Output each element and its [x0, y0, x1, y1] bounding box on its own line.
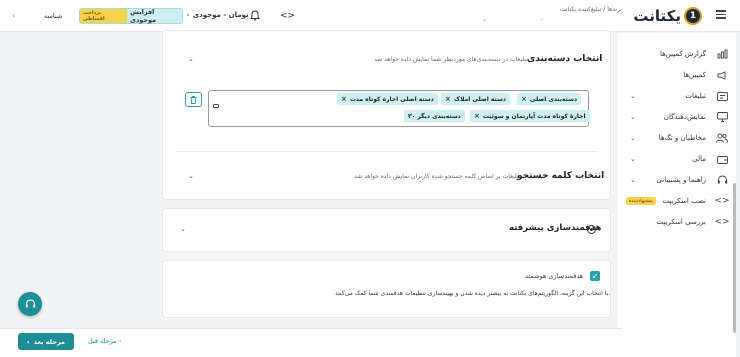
sidebar-item-label: کمپین‌ها	[683, 71, 706, 79]
chevron-left-icon[interactable]: ‹	[12, 11, 15, 20]
sidebar-item-publishers[interactable]: نمایش‌دهندگان ⌄	[618, 108, 736, 126]
chevron-down-icon: ⌄	[630, 92, 636, 100]
tag-label: دسته‌بندی اصلی	[529, 95, 578, 103]
chevron-down-icon: ⌄	[630, 155, 636, 163]
sidebar-item-label: راهنما و پشتیبانی	[656, 176, 706, 184]
users-icon	[716, 132, 728, 144]
previous-step-button[interactable]: مرحله قبل ›	[88, 337, 121, 345]
next-step-button[interactable]: ‹ مرحله بعد	[18, 333, 74, 350]
sidebar-item-ads[interactable]: تبلیغات ⌄	[618, 87, 736, 105]
chevron-left-icon: ‹	[26, 337, 30, 346]
logo-badge: 1	[684, 7, 702, 25]
tag-label: ۳۰ دسته‌بندی دیگر	[408, 112, 461, 120]
chevron-down-icon: ⌄	[630, 134, 636, 142]
headset-icon	[716, 174, 728, 186]
category-section-title: انتخاب دسته‌بندی	[527, 54, 603, 64]
increase-balance-label: افزایش موجودی	[130, 8, 157, 24]
chart-icon	[716, 48, 728, 60]
smart-targeting-title: هدفمندسازی هوشمند	[525, 272, 584, 280]
logo-text: یکتانت	[633, 7, 681, 25]
more-categories-tag[interactable]: ۳۰ دسته‌بندی دیگر	[404, 110, 465, 122]
remove-tag-icon[interactable]: ×	[474, 112, 480, 120]
clear-categories-button[interactable]	[185, 92, 202, 107]
smart-targeting-description: با انتخاب این گزینه، الگوریتم‌های یکتانت…	[335, 290, 611, 297]
sidebar-item-label: تبلیغات	[685, 92, 706, 100]
category-tag[interactable]: × اجارهٔ کوتاه مدت آپارتمان و سوئیت	[470, 110, 590, 122]
chevron-down-icon[interactable]: ⌄	[180, 225, 186, 233]
sidebar-scrollbar[interactable]	[733, 183, 736, 333]
recommended-badge: پیشنهادشده	[625, 197, 656, 205]
category-section-description: تبلیغات در دسته‌بندی‌های موردنظر شما نما…	[374, 56, 530, 63]
chevron-right-icon: ›	[118, 337, 122, 345]
sidebar: گزارش کمپین‌ها کمپین‌ها تبلیغات ⌄ نمایش‌…	[618, 33, 736, 357]
previous-step-label: مرحله قبل	[88, 337, 117, 345]
top-bar: یکتانت 1 برندها / تبلیغ‌کننده یکتانت ⌄ -…	[0, 0, 740, 32]
sidebar-item-label: نصب اسکریپت	[662, 197, 706, 205]
sidebar-item-audiences[interactable]: مخاطبان و تگ‌ها ⌄	[618, 129, 736, 147]
sidebar-item-label: گزارش کمپین‌ها	[659, 50, 706, 58]
smart-targeting-checkbox[interactable]: ✓	[590, 271, 600, 281]
menu-icon[interactable]	[716, 10, 726, 19]
bell-icon[interactable]	[250, 10, 260, 23]
divider	[176, 151, 598, 152]
sidebar-item-label: مالی	[692, 155, 706, 163]
balance-display: ۰ تومان - موجودی	[186, 11, 249, 19]
logo[interactable]: یکتانت 1	[633, 6, 702, 26]
chevron-down-icon: ⌄	[630, 113, 636, 121]
sidebar-item-support[interactable]: راهنما و پشتیبانی ⌄	[618, 171, 736, 189]
tag-label: دسته اصلی املاک	[453, 95, 506, 103]
chevron-down-icon[interactable]: ⌄	[188, 55, 194, 63]
remove-tag-icon[interactable]: ×	[445, 95, 451, 103]
sidebar-item-label: نمایش‌دهندگان	[663, 113, 706, 121]
remove-tag-icon[interactable]: ×	[341, 95, 347, 103]
megaphone-icon	[716, 69, 728, 81]
sidebar-item-finance[interactable]: مالی ⌄	[618, 150, 736, 168]
tag-label: دسته اصلی اجاره کوتاه مدت	[349, 95, 434, 103]
sidebar-item-label: مخاطبان و تگ‌ها	[658, 134, 706, 142]
increase-balance-button[interactable]: پرداخت اقساطی افزایش موجودی	[79, 8, 183, 24]
smart-targeting-card	[162, 260, 611, 318]
advertiser-select[interactable]: برندها / تبلیغ‌کننده یکتانت ⌄ -	[482, 6, 622, 23]
trash-icon	[190, 95, 197, 104]
category-tag[interactable]: × دسته اصلی املاک	[441, 93, 510, 105]
input-cursor-icon	[213, 104, 219, 108]
sidebar-item-campaigns[interactable]: کمپین‌ها	[618, 66, 736, 84]
sidebar-item-campaign-report[interactable]: گزارش کمپین‌ها	[618, 45, 736, 63]
support-button[interactable]	[18, 292, 42, 316]
headset-icon	[25, 299, 35, 308]
keyword-section-title: انتخاب کلمه جستجو	[517, 171, 605, 181]
keyword-section-description: تبلیغات بر اساس کلمه جستجو شده کاربران ن…	[354, 173, 523, 180]
category-tag[interactable]: × دسته اصلی اجاره کوتاه مدت	[337, 93, 438, 105]
sidebar-item-check-script[interactable]: <> بررسی اسکریپت	[618, 213, 736, 231]
wallet-icon	[716, 153, 728, 165]
sidebar-item-install-script[interactable]: <> نصب اسکریپت پیشنهادشده	[618, 192, 736, 210]
profile-id[interactable]: شناسه	[44, 12, 62, 20]
advertiser-value: ⌄ -	[482, 16, 543, 23]
category-tag[interactable]: × دسته‌بندی اصلی	[517, 93, 582, 105]
ad-icon	[716, 90, 728, 102]
installment-badge: پرداخت اقساطی	[80, 9, 127, 23]
code-icon: <>	[714, 217, 730, 227]
tag-label: اجارهٔ کوتاه مدت آپارتمان و سوئیت	[482, 112, 586, 120]
advertiser-label: برندها / تبلیغ‌کننده یکتانت	[560, 6, 622, 13]
chevron-down-icon: ⌄	[630, 176, 636, 184]
chevron-down-icon[interactable]: ⌄	[188, 172, 194, 180]
code-icon: <>	[714, 196, 730, 206]
code-icon[interactable]: <>	[280, 11, 295, 21]
next-step-label: مرحله بعد	[33, 337, 66, 346]
sidebar-item-label: بررسی اسکریپت	[656, 218, 706, 226]
balance-label: موجودی	[192, 11, 221, 19]
monitor-icon	[716, 111, 728, 123]
remove-tag-icon[interactable]: ×	[521, 95, 527, 103]
target-icon	[587, 225, 596, 234]
